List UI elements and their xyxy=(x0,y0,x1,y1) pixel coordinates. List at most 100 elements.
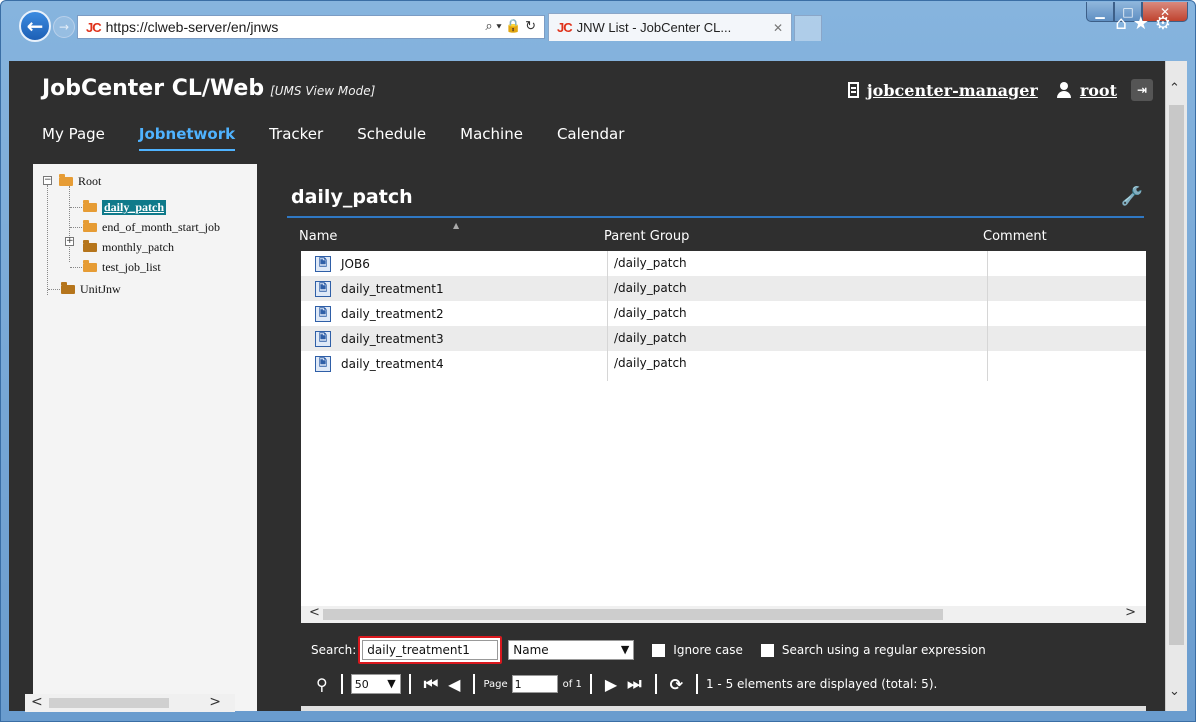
group-tree: − Root daily_patch end_of_month_start_jo… xyxy=(33,164,257,711)
column-header-comment[interactable]: Comment xyxy=(983,229,1047,244)
pager-separator xyxy=(589,674,592,694)
nav-schedule[interactable]: Schedule xyxy=(357,125,426,151)
scroll-left-icon[interactable]: < xyxy=(309,605,320,620)
column-header-parent-group[interactable]: Parent Group xyxy=(604,229,689,244)
tab-close-icon[interactable]: ✕ xyxy=(773,21,783,35)
panel-resize-handle[interactable] xyxy=(301,706,1146,711)
page-label: Page xyxy=(483,678,508,690)
tree-node-test-job-list[interactable]: test_job_list xyxy=(83,260,161,275)
cell-name: 🗎 daily_treatment1 xyxy=(315,281,444,297)
site-icon: JC xyxy=(86,19,102,35)
pager-separator xyxy=(695,674,698,694)
row-name: JOB6 xyxy=(341,257,370,271)
row-name: daily_treatment2 xyxy=(341,307,444,321)
tree-horizontal-scrollbar[interactable]: < > xyxy=(25,694,235,712)
chevron-down-icon: ▼ xyxy=(620,643,630,656)
jnw-grid: 🗎 JOB6 /daily_patch 🗎 daily_treatment1 /da… xyxy=(301,251,1146,606)
sort-ascending-icon: ▲ xyxy=(453,221,460,230)
title-divider xyxy=(287,216,1144,218)
row-parent: /daily_patch xyxy=(614,256,687,270)
table-row[interactable]: 🗎 daily_treatment3 /daily_patch xyxy=(301,326,1146,351)
server-icon xyxy=(847,82,859,98)
scroll-right-icon[interactable]: > xyxy=(209,694,221,710)
tree-node-daily-patch[interactable]: daily_patch xyxy=(83,200,167,215)
pager: ⚲ 50 ▼ ⏮ ◀ Page of 1 ▶ ⏭ ⟳ 1 - 5 el xyxy=(311,674,937,694)
nav-calendar[interactable]: Calendar xyxy=(557,125,624,151)
page-vertical-scrollbar[interactable]: ⌃ ⌄ xyxy=(1165,61,1187,711)
row-parent: /daily_patch xyxy=(614,356,687,370)
app-name: JobCenter CL/Web xyxy=(42,76,265,101)
jnw-list-panel: daily_patch 🔧 ▲ Name Parent Group Commen… xyxy=(281,166,1157,711)
user-box: jobcenter-manager root ⇥ xyxy=(847,79,1153,101)
tree-line xyxy=(48,289,60,290)
main-nav: My Page Jobnetwork Tracker Schedule Mach… xyxy=(42,125,658,151)
search-highlight xyxy=(358,636,503,664)
address-bar-icons[interactable]: ⌕ ▾ 🔒 ↻ xyxy=(485,18,536,34)
favorites-icon[interactable]: ★ xyxy=(1133,13,1155,34)
tree-line xyxy=(69,186,70,262)
search-input[interactable] xyxy=(362,640,499,660)
table-row[interactable]: 🗎 daily_treatment1 /daily_patch xyxy=(301,276,1146,301)
tab-site-icon: JC xyxy=(557,20,573,35)
wrench-icon[interactable]: 🔧 xyxy=(1121,186,1143,207)
scroll-down-icon[interactable]: ⌄ xyxy=(1169,684,1180,699)
browser-window: ▁ □ ✕ ← → JC https://clweb-server/en/jnw… xyxy=(0,0,1196,722)
tab-jnw-list[interactable]: JC JNW List - JobCenter CL... ✕ xyxy=(548,13,792,41)
table-row[interactable]: 🗎 JOB6 /daily_patch xyxy=(301,251,1146,276)
address-bar[interactable]: JC https://clweb-server/en/jnws ⌕ ▾ 🔒 ↻ xyxy=(77,15,545,39)
column-header-name[interactable]: Name xyxy=(299,229,337,244)
jobnetwork-icon: 🗎 xyxy=(315,256,331,272)
tree-node-unitjnw[interactable]: UnitJnw xyxy=(61,282,121,297)
table-row[interactable]: 🗎 daily_treatment4 /daily_patch xyxy=(301,351,1146,376)
new-tab-button[interactable] xyxy=(794,15,822,41)
grid-horizontal-scrollbar[interactable]: < > xyxy=(301,605,1146,623)
browser-toolbar-icons: ⌂★⚙ xyxy=(1115,13,1177,34)
expand-icon[interactable]: + xyxy=(65,237,74,246)
scroll-left-icon[interactable]: < xyxy=(31,694,43,710)
scroll-thumb[interactable] xyxy=(1169,105,1184,645)
nav-jobnetwork[interactable]: Jobnetwork xyxy=(138,125,236,151)
nav-tracker[interactable]: Tracker xyxy=(269,125,323,151)
app-area: JobCenter CL/Web [UMS View Mode] jobcente… xyxy=(9,61,1165,711)
forward-button[interactable]: → xyxy=(53,16,75,38)
folder-icon xyxy=(83,240,97,252)
back-button[interactable]: ← xyxy=(19,10,51,42)
cell-name: 🗎 daily_treatment3 xyxy=(315,331,444,347)
row-name: daily_treatment3 xyxy=(341,332,444,346)
scroll-right-icon[interactable]: > xyxy=(1125,605,1136,620)
panel-title: daily_patch xyxy=(291,186,413,208)
minimize-button[interactable]: ▁ xyxy=(1086,2,1114,22)
next-page-icon[interactable]: ▶ xyxy=(605,675,617,694)
tree-node-end-of-month[interactable]: end_of_month_start_job xyxy=(83,220,220,235)
ignore-case-checkbox[interactable] xyxy=(652,643,666,657)
ignore-case-label: Ignore case xyxy=(673,643,743,657)
scroll-thumb[interactable] xyxy=(49,698,169,708)
tree-node-label: test_job_list xyxy=(102,260,161,274)
user-link[interactable]: root xyxy=(1080,81,1117,100)
previous-page-icon[interactable]: ◀ xyxy=(448,675,460,694)
refresh-icon[interactable]: ⟳ xyxy=(670,675,683,694)
tree-line xyxy=(70,227,82,228)
last-page-icon[interactable]: ⏭ xyxy=(627,674,641,694)
home-icon[interactable]: ⌂ xyxy=(1115,13,1132,34)
nav-my-page[interactable]: My Page xyxy=(42,125,105,151)
page-size-select[interactable]: 50 ▼ xyxy=(350,674,401,694)
first-page-icon[interactable]: ⏮ xyxy=(424,674,438,694)
table-row[interactable]: 🗎 daily_treatment2 /daily_patch xyxy=(301,301,1146,326)
settings-icon[interactable]: ⚙ xyxy=(1155,13,1177,34)
nav-machine[interactable]: Machine xyxy=(460,125,523,151)
scroll-thumb[interactable] xyxy=(323,609,943,620)
tree-node-monthly-patch[interactable]: monthly_patch xyxy=(83,240,174,255)
collapse-icon[interactable]: − xyxy=(43,176,52,185)
search-column-select[interactable]: Name ▼ xyxy=(508,640,635,660)
tree-node-root[interactable]: Root xyxy=(59,174,101,189)
server-link[interactable]: jobcenter-manager xyxy=(867,81,1038,100)
tree-node-label: monthly_patch xyxy=(102,240,174,254)
scroll-up-icon[interactable]: ⌃ xyxy=(1169,81,1180,96)
regex-checkbox[interactable] xyxy=(760,643,774,657)
search-icon[interactable]: ⚲ xyxy=(316,675,328,694)
tree-node-label: Root xyxy=(78,174,102,188)
jobnetwork-icon: 🗎 xyxy=(315,331,331,347)
page-number-input[interactable] xyxy=(511,675,558,693)
logout-icon[interactable]: ⇥ xyxy=(1131,79,1153,101)
